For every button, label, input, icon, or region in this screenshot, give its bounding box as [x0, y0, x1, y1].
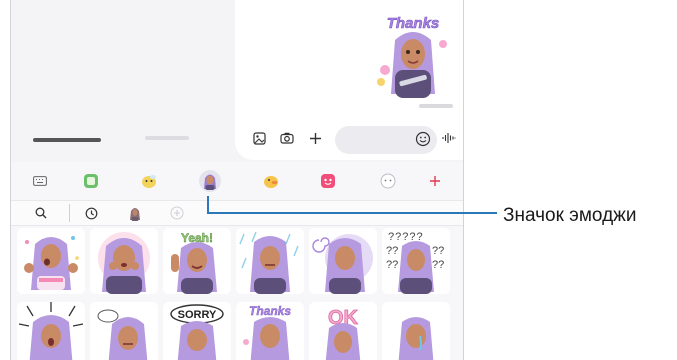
sent-status — [419, 104, 453, 108]
voice-icon[interactable] — [441, 130, 457, 146]
svg-text:??: ?? — [386, 245, 398, 257]
sticker-pack-cloud[interactable] — [377, 170, 399, 192]
conversation-area: Thanks — [11, 0, 463, 162]
gallery-icon[interactable] — [251, 130, 267, 146]
svg-text:??: ?? — [386, 259, 398, 271]
sticker-caption: Thanks — [387, 15, 440, 32]
sticker-sorry-text: SORRY — [178, 309, 217, 321]
sticker-ok[interactable]: OK — [309, 302, 377, 360]
sticker-thanks[interactable]: Thanks — [236, 302, 304, 360]
sticker-sigh[interactable] — [90, 302, 158, 360]
add-icon[interactable] — [424, 170, 446, 192]
svg-text:??: ?? — [432, 259, 444, 271]
emoji-icon[interactable] — [415, 131, 431, 147]
callout-label: Значок эмоджи — [503, 205, 637, 226]
keyboard-icon[interactable] — [29, 170, 51, 192]
sticker-yeah[interactable]: Yeah! — [163, 228, 231, 294]
sticker-pack-bee[interactable] — [138, 170, 160, 192]
sticker-surprise[interactable] — [90, 228, 158, 294]
tab-inactive[interactable] — [145, 136, 189, 140]
sticker-thanks-text: Thanks — [249, 304, 291, 318]
avatar-icon[interactable] — [127, 205, 143, 221]
sticker-pack-green[interactable] — [80, 170, 102, 192]
sticker-pack-duck[interactable] — [260, 170, 282, 192]
sticker-sorry[interactable]: SORRY — [163, 302, 231, 360]
sticker-tears[interactable] — [382, 302, 450, 360]
callout-line-vertical — [207, 196, 209, 213]
sticker-shocked[interactable] — [17, 302, 85, 360]
category-bar — [11, 164, 463, 198]
svg-text:??: ?? — [432, 245, 444, 257]
message-input[interactable] — [335, 126, 437, 154]
recent-icon[interactable] — [83, 205, 99, 221]
sticker-pack-red[interactable] — [317, 170, 339, 192]
tab-active-indicator[interactable] — [33, 138, 101, 142]
plus-icon[interactable] — [307, 130, 323, 146]
sticker-rain[interactable] — [236, 228, 304, 294]
sticker-dizzy[interactable] — [309, 228, 377, 294]
sticker-question[interactable]: ????????????? — [382, 228, 450, 294]
sticker-birthday[interactable] — [17, 228, 85, 294]
divider — [69, 204, 70, 222]
sent-thanks-sticker[interactable]: Thanks — [373, 14, 453, 104]
callout-line-horizontal — [207, 212, 497, 214]
ar-emoji-icon[interactable] — [199, 170, 221, 192]
camera-icon[interactable] — [279, 130, 295, 146]
search-icon[interactable] — [33, 205, 49, 221]
phone-screen: Thanks Yeah! ????? ?? ?? ?? ?? SORRY Tha… — [10, 0, 464, 360]
add-avatar-icon[interactable] — [169, 205, 185, 221]
